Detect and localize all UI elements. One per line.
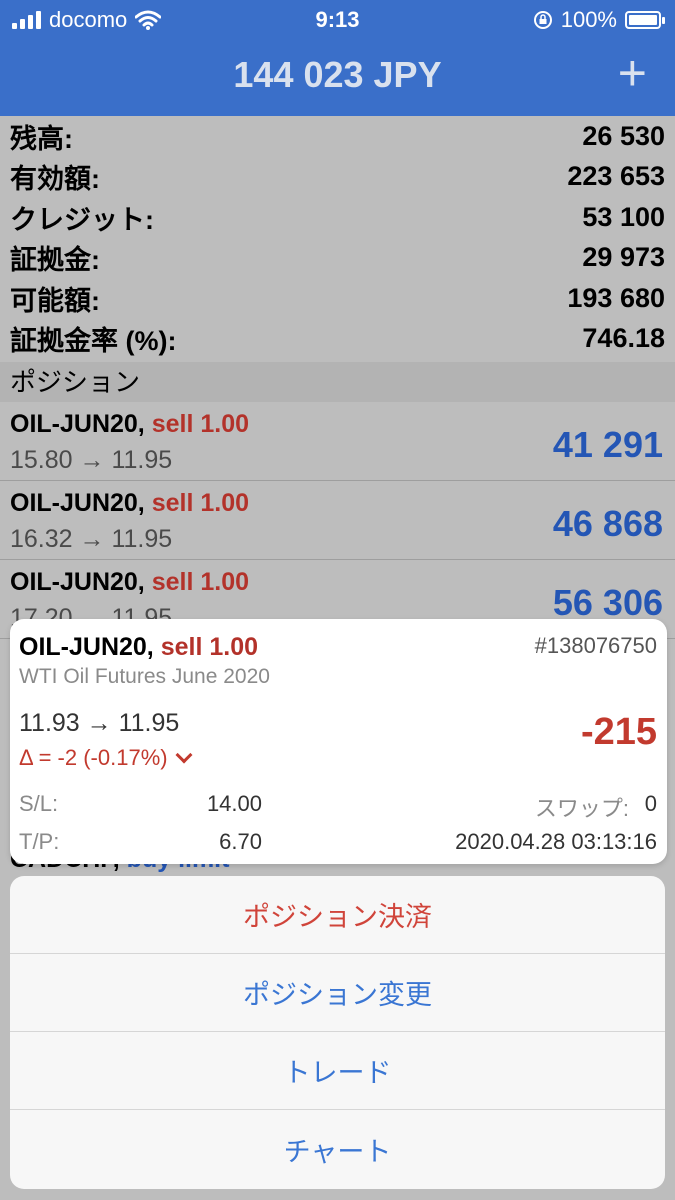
position-row[interactable]: OIL-JUN20, sell 1.00 16.32 → 11.95 46 86… bbox=[0, 481, 675, 560]
account-value: 26 530 bbox=[582, 120, 665, 151]
detail-side: sell 1.00 bbox=[160, 633, 259, 661]
account-row-balance: 残高: 26 530 bbox=[10, 116, 665, 157]
account-value: 746.18 bbox=[582, 323, 665, 354]
account-value: 193 680 bbox=[567, 282, 665, 313]
detail-datetime: 2020.04.28 03:13:16 bbox=[455, 829, 657, 854]
detail-description: WTI Oil Futures June 2020 bbox=[19, 665, 270, 688]
detail-delta[interactable]: Δ = -2 (-0.17%) bbox=[19, 745, 193, 771]
detail-prices: 11.93 → 11.95 bbox=[19, 709, 180, 737]
position-profit: 41 291 bbox=[552, 424, 663, 465]
detail-order-id: #138076750 bbox=[534, 633, 657, 658]
nav-bar: 144 023 JPY + bbox=[0, 38, 675, 116]
account-row-free-margin: 可能額: 193 680 bbox=[10, 278, 665, 319]
account-value: 223 653 bbox=[567, 161, 665, 192]
status-bar: docomo 9:13 100% bbox=[0, 0, 675, 38]
swap-label: スワップ: bbox=[534, 796, 629, 821]
account-label: 証拠金: bbox=[10, 245, 100, 276]
account-equity-title: 144 023 JPY bbox=[233, 54, 442, 95]
swap-value: 0 bbox=[644, 791, 657, 816]
account-label: 証拠金率 (%): bbox=[10, 326, 177, 357]
sl-value: 14.00 bbox=[206, 791, 262, 816]
delta-text: Δ = -2 (-0.17%) bbox=[19, 745, 168, 770]
battery-percent: 100% bbox=[560, 7, 617, 32]
position-profit: 46 868 bbox=[552, 503, 663, 544]
modify-position-button[interactable]: ポジション変更 bbox=[10, 954, 665, 1032]
account-label: 残高: bbox=[10, 123, 73, 154]
position-symbol: OIL-JUN20, sell 1.00 bbox=[10, 410, 250, 438]
trade-button[interactable]: トレード bbox=[10, 1032, 665, 1110]
account-value: 53 100 bbox=[582, 201, 665, 232]
position-side: sell 1.00 bbox=[151, 489, 250, 517]
account-summary: 残高: 26 530 有効額: 223 653 クレジット: 53 100 証拠… bbox=[0, 116, 675, 359]
positions-section-header: ポジション bbox=[0, 362, 675, 402]
account-label: 有効額: bbox=[10, 164, 100, 195]
position-profit: 56 306 bbox=[552, 582, 663, 623]
chevron-down-icon bbox=[175, 746, 193, 764]
position-symbol: OIL-JUN20, sell 1.00 bbox=[10, 489, 250, 517]
close-position-button[interactable]: ポジション決済 bbox=[10, 876, 665, 954]
chart-button[interactable]: チャート bbox=[10, 1110, 665, 1188]
position-side: sell 1.00 bbox=[151, 568, 250, 596]
action-sheet: ポジション決済 ポジション変更 トレード チャート bbox=[10, 876, 665, 1189]
account-row-margin-level: 証拠金率 (%): 746.18 bbox=[10, 319, 665, 360]
detail-profit: -215 bbox=[580, 711, 657, 753]
position-prices: 15.80 → 11.95 bbox=[10, 446, 173, 474]
position-detail-card: OIL-JUN20, sell 1.00 #138076750 WTI Oil … bbox=[10, 619, 667, 864]
detail-symbol: OIL-JUN20, sell 1.00 bbox=[19, 633, 259, 661]
account-value: 29 973 bbox=[582, 242, 665, 273]
account-label: クレジット: bbox=[10, 204, 154, 235]
position-row[interactable]: OIL-JUN20, sell 1.00 15.80 → 11.95 41 29… bbox=[0, 402, 675, 481]
position-side: sell 1.00 bbox=[151, 410, 250, 438]
tp-value: 6.70 bbox=[219, 829, 262, 854]
tp-label: T/P: bbox=[19, 829, 60, 854]
sl-label: S/L: bbox=[19, 791, 59, 816]
positions-list: OIL-JUN20, sell 1.00 15.80 → 11.95 41 29… bbox=[0, 402, 675, 639]
account-row-margin: 証拠金: 29 973 bbox=[10, 238, 665, 279]
position-prices: 16.32 → 11.95 bbox=[10, 525, 173, 553]
battery-icon bbox=[625, 11, 665, 29]
account-label: 可能額: bbox=[10, 285, 100, 316]
status-right: 100% bbox=[533, 7, 665, 33]
add-icon[interactable]: + bbox=[618, 44, 647, 102]
account-row-equity: 有効額: 223 653 bbox=[10, 157, 665, 198]
account-row-credit: クレジット: 53 100 bbox=[10, 197, 665, 238]
rotation-lock-icon bbox=[533, 11, 552, 29]
position-symbol: OIL-JUN20, sell 1.00 bbox=[10, 568, 250, 596]
